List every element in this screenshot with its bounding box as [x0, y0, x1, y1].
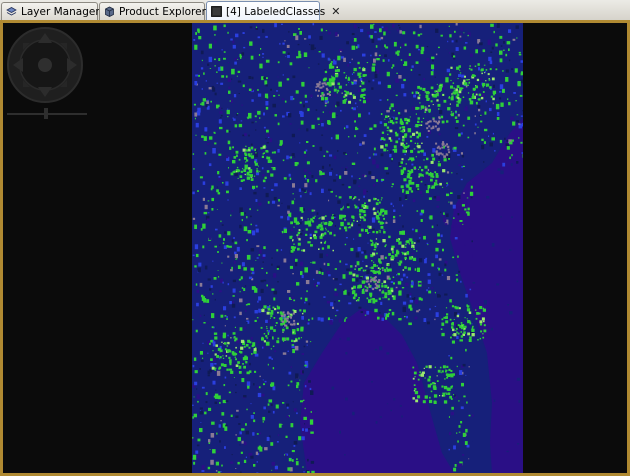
tab-layer-manager[interactable]: Layer Manager ✕	[1, 2, 115, 20]
layers-icon	[6, 7, 17, 16]
tab-label: Layer Manager	[21, 5, 100, 18]
image-view-icon	[211, 6, 222, 17]
pan-compass-icon[interactable]	[7, 27, 83, 103]
document-tab-bar: Layer Manager ✕ Product Explorer ✕ [4] L…	[0, 0, 630, 21]
tab-label: [4] LabeledClasses	[226, 5, 326, 18]
close-icon[interactable]: ✕	[331, 6, 340, 17]
classification-map[interactable]	[192, 23, 523, 473]
product-explorer-icon	[105, 6, 114, 17]
zoom-slider-thumb[interactable]	[44, 108, 48, 119]
image-view[interactable]	[0, 20, 630, 476]
tab-labeled-classes[interactable]: [4] LabeledClasses ✕	[206, 1, 340, 21]
tab-label: Product Explorer	[119, 5, 206, 18]
tab-product-explorer[interactable]: Product Explorer ✕	[99, 2, 221, 20]
navigation-control[interactable]	[7, 25, 87, 119]
zoom-slider[interactable]	[7, 108, 87, 119]
